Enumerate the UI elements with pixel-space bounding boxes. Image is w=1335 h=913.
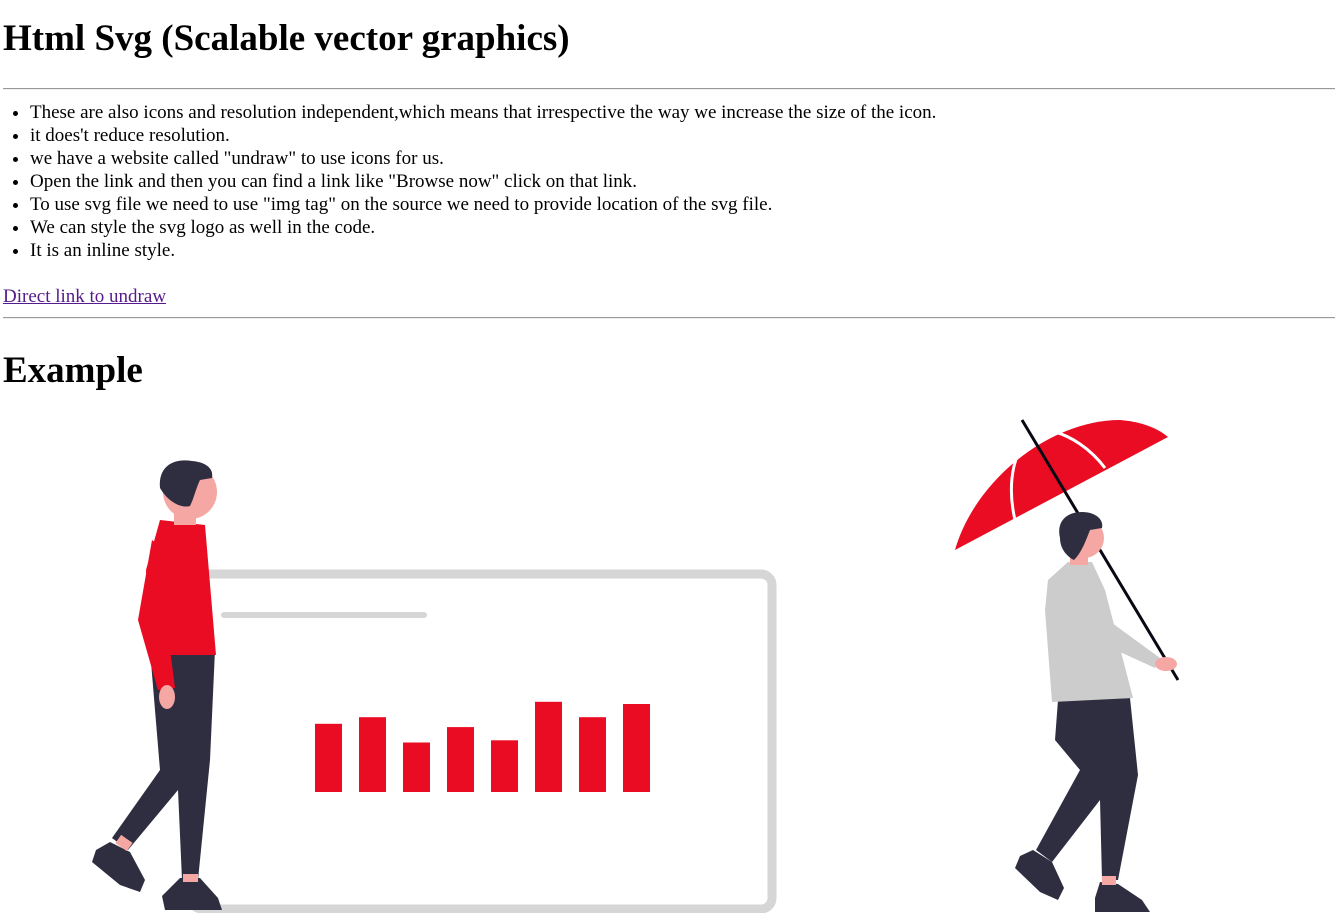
chart-bar	[359, 717, 386, 792]
dashboard-title-line	[221, 612, 427, 618]
dashboard-frame	[186, 569, 777, 913]
bullet-item: To use svg file we need to use "img tag"…	[30, 193, 936, 216]
person-right-hand	[1155, 657, 1177, 671]
person-left-hand	[159, 685, 175, 709]
bullet-item: we have a website called "undraw" to use…	[30, 147, 936, 170]
chart-bar	[447, 727, 474, 792]
bullet-item: it does't reduce resolution.	[30, 124, 936, 147]
bullet-list: These are also icons and resolution inde…	[3, 101, 936, 262]
example-heading: Example	[3, 350, 143, 391]
person-left	[92, 460, 222, 910]
person-right-shoe-back	[1015, 850, 1064, 900]
chart-bar	[579, 717, 606, 792]
chart-bar	[315, 723, 342, 792]
undraw-link[interactable]: Direct link to undraw	[3, 285, 166, 308]
undraw-illustration	[92, 419, 1180, 913]
page-title: Html Svg (Scalable vector graphics)	[3, 18, 570, 59]
person-left-shoe-back	[92, 842, 145, 892]
person-right-shoe-front	[1095, 882, 1150, 912]
divider-bottom	[3, 317, 1335, 319]
bullet-item: Open the link and then you can find a li…	[30, 170, 936, 193]
person-right-ankle	[1102, 876, 1116, 885]
chart-bar	[623, 704, 650, 792]
bullet-item: It is an inline style.	[30, 239, 936, 262]
chart-bar	[535, 701, 562, 792]
bar-chart	[315, 701, 650, 792]
person-right	[955, 419, 1180, 912]
person-left-ankle	[183, 874, 198, 882]
chart-bar	[491, 740, 518, 792]
bullet-item: These are also icons and resolution inde…	[30, 101, 936, 124]
divider-top	[3, 88, 1335, 90]
chart-bar	[403, 742, 430, 792]
bullet-item: We can style the svg logo as well in the…	[30, 216, 936, 239]
person-right-legs	[1036, 698, 1138, 880]
person-left-shoe-front	[162, 878, 222, 910]
